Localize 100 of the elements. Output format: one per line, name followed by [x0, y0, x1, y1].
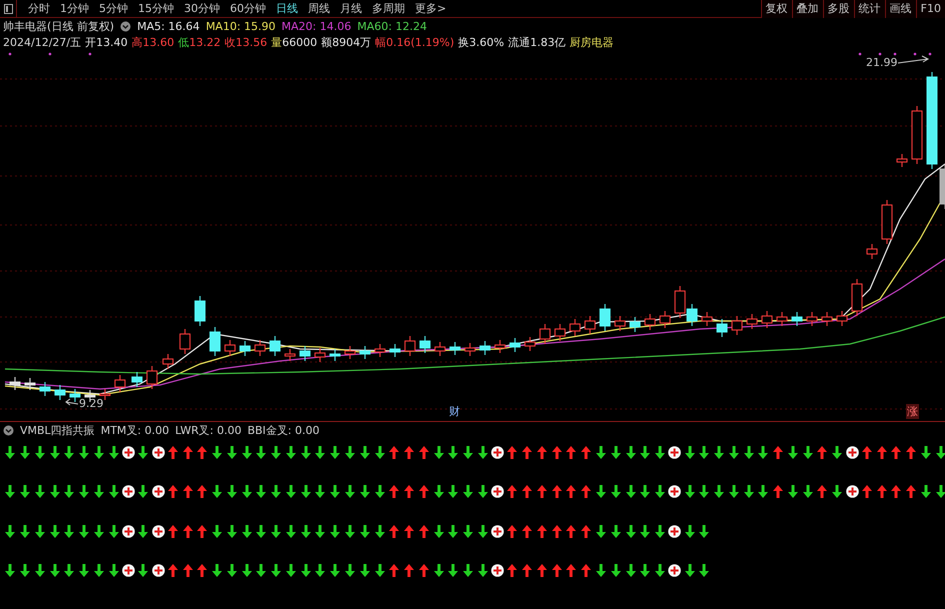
arrow-down-icon — [920, 485, 931, 498]
tool-button[interactable]: 统计 — [854, 0, 885, 18]
arrow-down-icon — [788, 485, 798, 498]
arrow-up-icon — [536, 485, 547, 498]
moving-average-value: MA5: 16.64 — [137, 20, 200, 32]
arrow-up-icon — [418, 564, 429, 577]
candlestick — [912, 106, 922, 164]
arrow-down-icon — [242, 446, 252, 458]
arrow-down-icon — [478, 564, 488, 577]
period-tab[interactable]: 30分钟 — [179, 0, 225, 16]
arrow-up-icon — [906, 446, 916, 458]
panel-toggle-icon[interactable] — [4, 4, 12, 14]
arrow-down-icon — [374, 446, 385, 458]
arrow-up-icon — [418, 524, 429, 538]
candlestick — [866, 244, 878, 260]
arrow-down-icon — [226, 446, 237, 458]
period-tab[interactable]: 分时 — [23, 0, 55, 16]
candlestick — [524, 336, 536, 352]
indicator-value: LWR叉: 0.00 — [175, 423, 242, 438]
tool-button[interactable]: 画线 — [884, 0, 916, 18]
candlestick — [330, 348, 340, 362]
low-price-label: 9.29 — [79, 397, 104, 410]
arrow-down-icon — [64, 485, 74, 498]
period-tab[interactable]: 多周期 — [367, 0, 410, 16]
arrow-down-icon — [684, 446, 695, 458]
arrow-down-icon — [5, 564, 16, 577]
arrow-down-icon — [271, 564, 282, 577]
arrow-up-icon — [168, 564, 178, 577]
arrow-down-icon — [212, 485, 222, 498]
arrow-down-icon — [94, 564, 104, 577]
candlestick — [584, 316, 596, 334]
arrow-down-icon — [434, 564, 444, 577]
arrow-down-icon — [360, 446, 370, 458]
arrow-down-icon — [758, 485, 768, 498]
dropdown-icon[interactable] — [3, 425, 14, 436]
industry-label[interactable]: 厨房电器 — [570, 34, 614, 50]
candlestick — [732, 316, 742, 336]
arrow-down-icon — [344, 446, 355, 458]
dropdown-icon[interactable] — [120, 20, 132, 32]
arrow-down-icon — [744, 485, 754, 498]
arrow-up-icon — [581, 524, 592, 538]
tool-button[interactable]: 多股 — [822, 0, 854, 18]
arrow-down-icon — [108, 564, 119, 577]
arrow-down-icon — [728, 446, 739, 458]
tool-button[interactable]: 叠加 — [792, 0, 823, 18]
arrow-down-icon — [286, 524, 296, 538]
period-tab[interactable]: 60分钟 — [225, 0, 271, 16]
candlestick — [224, 340, 236, 356]
arrow-down-icon — [64, 446, 74, 458]
arrow-up-icon — [522, 485, 532, 498]
circled-plus-icon — [122, 446, 135, 458]
event-marker[interactable]: 涨 — [906, 404, 919, 419]
candlestick — [54, 384, 66, 400]
candlestick — [940, 164, 945, 210]
arrow-down-icon — [330, 485, 340, 498]
period-tab[interactable]: 1分钟 — [55, 0, 94, 16]
arrow-down-icon — [684, 485, 695, 498]
arrow-down-icon — [79, 446, 90, 458]
candlestick — [194, 296, 206, 326]
arrow-down-icon — [271, 485, 282, 498]
arrow-up-icon — [389, 524, 400, 538]
arrow-down-icon — [5, 446, 16, 458]
arrow-down-icon — [936, 446, 945, 458]
arrow-down-icon — [34, 485, 45, 498]
arrow-down-icon — [728, 485, 739, 498]
quote-field: 额8904万 — [321, 34, 372, 50]
period-tab[interactable]: 日线 — [271, 0, 303, 16]
candlestick — [762, 310, 772, 328]
period-tab[interactable]: 更多> — [410, 0, 452, 16]
candlestick — [716, 318, 728, 338]
candlestick — [314, 348, 326, 362]
arrow-down-icon — [138, 485, 148, 498]
arrow-down-icon — [596, 446, 606, 458]
arrow-down-icon — [374, 524, 385, 538]
candlestick — [344, 346, 356, 360]
tool-button[interactable]: F10 — [916, 0, 945, 18]
arrow-down-icon — [788, 446, 798, 458]
circled-plus-icon — [122, 485, 135, 498]
moving-average-value: MA10: 15.90 — [206, 20, 276, 32]
circled-plus-icon — [846, 446, 859, 458]
arrow-up-icon — [817, 446, 828, 458]
arrow-down-icon — [463, 524, 474, 538]
period-tab[interactable]: 15分钟 — [133, 0, 179, 16]
arrow-down-icon — [79, 524, 90, 538]
arrow-down-icon — [640, 446, 650, 458]
candlestick — [254, 340, 266, 356]
tool-button[interactable]: 复权 — [760, 0, 792, 18]
period-tab[interactable]: 月线 — [335, 0, 367, 16]
arrow-up-icon — [182, 485, 193, 498]
circled-plus-icon — [668, 485, 682, 498]
arrow-down-icon — [34, 564, 45, 577]
period-tab[interactable]: 周线 — [303, 0, 335, 16]
arrow-down-icon — [300, 564, 311, 577]
event-marker[interactable]: 财 — [448, 404, 461, 419]
arrow-up-icon — [507, 524, 518, 538]
candlestick — [510, 338, 520, 352]
arrow-up-icon — [389, 564, 400, 577]
arrow-up-icon — [773, 485, 784, 498]
period-tab[interactable]: 5分钟 — [94, 0, 133, 16]
candlestick — [540, 324, 550, 344]
